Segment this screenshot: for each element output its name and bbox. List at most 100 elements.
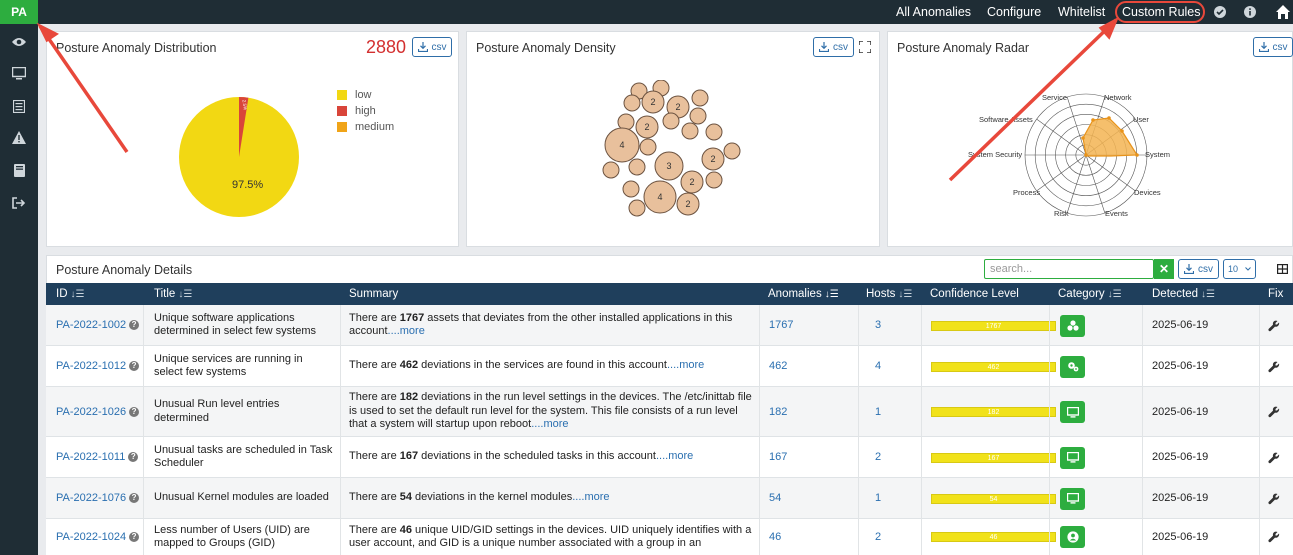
legend-item-low[interactable]: low [337,89,372,101]
cell-summary: There are 182 deviations in the run leve… [349,387,759,436]
nav-whitelist[interactable]: Whitelist [1058,0,1105,24]
home-icon[interactable] [1275,4,1291,20]
radar-csv-button[interactable]: csv [1253,37,1293,57]
cell-hosts-link[interactable]: 4 [875,346,881,386]
sort-icon[interactable]: ↓☰ [71,289,85,300]
table-row[interactable]: PA-2022-1076? Unusual Kernel modules are … [46,478,1293,519]
table-row[interactable]: PA-2022-1011? Unusual tasks are scheduled… [46,437,1293,478]
eye-icon[interactable] [9,33,29,51]
column-divider [1142,305,1143,555]
legend-item-high[interactable]: high [337,105,376,117]
cell-anomalies-link[interactable]: 462 [769,346,787,386]
wrench-icon[interactable] [1268,452,1280,464]
book-icon[interactable] [9,161,29,179]
anomaly-id-link[interactable]: PA-2022-1012 [56,360,126,372]
sort-active-icon[interactable]: ↓☰ [825,289,839,300]
wrench-icon[interactable] [1268,320,1280,332]
th-fix: Fix [1268,283,1283,305]
more-link[interactable]: ....more [572,491,609,503]
details-csv-button[interactable]: csv [1178,259,1219,279]
nav-configure[interactable]: Configure [987,0,1041,24]
help-icon[interactable]: ? [129,361,140,371]
category-cubes-icon[interactable] [1060,314,1085,337]
more-link[interactable]: ....more [656,450,693,462]
sort-icon[interactable]: ↓☰ [898,289,912,300]
category-user-icon[interactable] [1060,526,1085,548]
cell-anomalies-link[interactable]: 46 [769,519,781,555]
cell-hosts-link[interactable]: 3 [875,305,881,345]
cell-anomalies-link[interactable]: 54 [769,478,781,518]
wrench-icon[interactable] [1268,406,1280,418]
pie-label-low: 97.5% [232,179,263,191]
category-monitor-icon[interactable] [1060,446,1085,469]
app-logo[interactable]: PA [0,0,38,24]
cell-anomalies-link[interactable]: 182 [769,387,787,436]
category-cogs-icon[interactable] [1060,355,1085,378]
fullscreen-icon[interactable] [859,41,871,53]
csv-label: csv [431,41,447,53]
anomaly-id-link[interactable]: PA-2022-1076 [56,492,126,504]
th-hosts[interactable]: Hosts ↓☰ [866,283,912,305]
logout-icon[interactable] [9,194,29,212]
cell-anomalies-link[interactable]: 167 [769,437,787,477]
monitor-icon[interactable] [9,64,29,82]
th-category[interactable]: Category ↓☰ [1058,283,1122,305]
more-link[interactable]: ....more [388,325,425,337]
cell-hosts-link[interactable]: 1 [875,478,881,518]
cell-hosts-link[interactable]: 2 [875,519,881,555]
distribution-csv-button[interactable]: csv [412,37,452,57]
table-row[interactable]: PA-2022-1002? Unique software application… [46,305,1293,346]
th-label: Confidence Level [930,288,1019,300]
list-icon[interactable] [9,97,29,115]
table-row[interactable]: PA-2022-1026? Unusual Run level entries d… [46,387,1293,437]
th-title[interactable]: Title ↓☰ [154,283,192,305]
cell-hosts-link[interactable]: 1 [875,387,881,436]
help-icon[interactable]: ? [129,406,140,417]
sort-icon[interactable]: ↓☰ [1201,289,1215,300]
sort-icon[interactable]: ↓☰ [1108,289,1122,300]
summary-text: There are [349,491,400,504]
cell-anomalies-link[interactable]: 1767 [769,305,793,345]
anomaly-id-link[interactable]: PA-2022-1024 [56,531,126,543]
more-link[interactable]: ....more [667,359,704,371]
th-detected[interactable]: Detected ↓☰ [1152,283,1215,305]
confidence-bar: 46 [931,532,1056,542]
help-icon[interactable]: ? [129,532,140,542]
category-monitor-icon[interactable] [1060,401,1085,423]
help-icon[interactable]: ? [129,320,140,330]
check-circle-icon[interactable] [1213,5,1227,19]
radar-label-risk: Risk [1054,209,1069,218]
clear-search-button[interactable]: ✕ [1154,259,1174,279]
column-divider [921,305,922,555]
search-input[interactable] [984,259,1154,279]
summary-text: There are [349,523,400,536]
nav-all-anomalies[interactable]: All Anomalies [896,0,971,24]
wrench-icon[interactable] [1268,361,1280,373]
help-icon[interactable]: ? [128,452,139,462]
cell-detected: 2025-06-19 [1152,492,1209,504]
bubble-label: 4 [657,192,662,202]
th-anomalies[interactable]: Anomalies ↓☰ [768,283,839,305]
radar-axis-labels: Network User System Devices Events Risk … [968,93,1170,218]
more-link[interactable]: ....more [531,418,568,430]
page-size-value: 10 [1228,264,1239,274]
sort-icon[interactable]: ↓☰ [178,289,192,300]
page-size-select[interactable]: 10 [1223,259,1256,279]
info-circle-icon[interactable] [1243,5,1257,19]
th-id[interactable]: ID ↓☰ [56,283,84,305]
table-row[interactable]: PA-2022-1012? Unique services are running… [46,346,1293,387]
wrench-icon[interactable] [1268,493,1280,505]
anomaly-id-link[interactable]: PA-2022-1026 [56,406,126,418]
density-csv-button[interactable]: csv [813,37,854,57]
cell-hosts-link[interactable]: 2 [875,437,881,477]
help-icon[interactable]: ? [129,493,140,503]
column-toggle-icon[interactable] [1277,264,1288,274]
table-row[interactable]: PA-2022-1024? Less number of Users (UID) … [46,519,1293,555]
anomaly-id-link[interactable]: PA-2022-1002 [56,319,126,331]
category-monitor-icon[interactable] [1060,487,1085,510]
legend-item-medium[interactable]: medium [337,121,394,133]
radar-label-events: Events [1105,209,1128,218]
warning-icon[interactable] [9,128,29,146]
wrench-icon[interactable] [1268,531,1280,543]
anomaly-id-link[interactable]: PA-2022-1011 [56,451,125,463]
